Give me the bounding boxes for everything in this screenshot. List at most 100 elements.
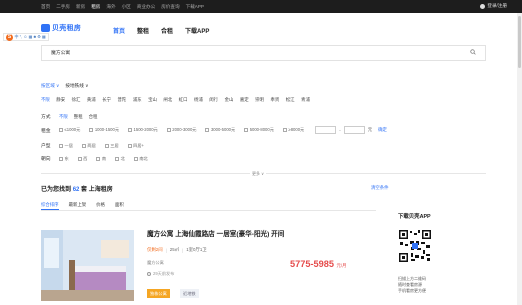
search-input[interactable]: 魔方公寓 (41, 45, 486, 61)
district-option[interactable]: 杨浦 (194, 97, 203, 103)
method-option-whole[interactable]: 整租 (74, 114, 83, 120)
orientation-option[interactable]: 南 (96, 156, 106, 162)
checkbox-icon (128, 128, 133, 132)
district-option[interactable]: 徐汇 (72, 97, 81, 103)
listing-photo[interactable] (41, 230, 134, 301)
top-nav-price-query[interactable]: 房价查询 (161, 3, 179, 10)
orientation-option[interactable]: 南北 (133, 155, 148, 162)
results-suffix: 套 上海租房 (81, 187, 113, 193)
sort-newest[interactable]: 最新上架 (69, 202, 87, 210)
checkbox-icon (127, 143, 132, 148)
qr-code-icon[interactable] (398, 229, 432, 263)
rent-max-input[interactable] (343, 126, 365, 134)
layout-option[interactable]: 一居 (59, 143, 73, 149)
more-filters-toggle[interactable]: 更多 ∨ (250, 171, 267, 177)
district-option[interactable]: 黄浦 (87, 97, 96, 103)
checkbox-icon (133, 156, 138, 161)
top-nav-community[interactable]: 小区 (122, 3, 131, 10)
rent-min-input[interactable] (315, 126, 337, 134)
district-option[interactable]: 金山 (225, 97, 234, 103)
checkbox-icon (104, 143, 109, 148)
district-option[interactable]: 奉贤 (270, 97, 279, 103)
top-nav-download-app[interactable]: 下载APP (186, 3, 204, 10)
top-nav-home[interactable]: 首页 (41, 3, 50, 10)
district-option[interactable]: 静安 (56, 97, 65, 103)
listing-meta: 仅剩2间 | 25㎡ | 1室0厅1卫 (147, 247, 207, 253)
listing-title[interactable]: 魔方公寓 上海仙霞路店 一居室(豪华-阳光) 开间 (147, 228, 284, 238)
sort-area[interactable]: 面积 (115, 202, 124, 210)
district-option[interactable]: 闵行 (209, 97, 218, 103)
top-nav-new-homes[interactable]: 新房 (76, 3, 85, 10)
tab-by-area[interactable]: 按区域 ∨ (41, 83, 59, 89)
district-option[interactable]: 宝山 (148, 97, 157, 103)
main-nav-home[interactable]: 首页 (113, 26, 125, 35)
method-option-shared[interactable]: 合租 (89, 114, 98, 120)
checkbox-icon (205, 128, 210, 132)
layout-option[interactable]: 两居 (81, 143, 96, 149)
orientation-option-label: 南北 (139, 155, 148, 161)
checkbox-icon (77, 156, 82, 161)
listing-price: 5775-5985 元/月 (290, 259, 347, 269)
orientation-option[interactable]: 北 (115, 156, 125, 162)
rent-confirm-button[interactable]: 确定 (378, 127, 387, 133)
district-option[interactable]: 浦东 (133, 97, 142, 103)
rent-range-dash: - (339, 127, 341, 133)
results-prefix: 已为您找到 (41, 187, 72, 193)
layout-option[interactable]: 三居 (104, 143, 119, 149)
checkbox-icon (96, 156, 101, 161)
orientation-option[interactable]: 西 (77, 156, 87, 162)
checkbox-icon (115, 156, 120, 161)
district-option[interactable]: 崇明 (255, 97, 264, 103)
clear-filters-link[interactable]: 清空条件 (371, 185, 389, 191)
tab-by-subway[interactable]: 按地铁线 ∨ (65, 83, 88, 89)
login-link[interactable]: 登录/注册 (480, 3, 507, 9)
scrollbar-thumb[interactable] (518, 16, 521, 68)
checkbox-icon (59, 156, 63, 161)
listing-updated-label: 29天前发布 (153, 271, 175, 276)
district-option[interactable]: 嘉定 (240, 97, 249, 103)
rent-option-label: 3000-5000元 (210, 127, 236, 132)
main-nav-download-app[interactable]: 下载APP (185, 26, 209, 35)
top-nav-rent[interactable]: 租房 (91, 3, 100, 10)
main-nav-whole-rent[interactable]: 整租 (137, 26, 149, 35)
district-option[interactable]: 长宁 (102, 97, 111, 103)
rent-option-label: 5000-8000元 (249, 127, 274, 132)
rent-option-label: ≥8000元 (288, 127, 305, 132)
district-option[interactable]: 青浦 (301, 97, 310, 103)
checkbox-icon (81, 143, 86, 148)
district-option[interactable]: 松江 (286, 97, 295, 103)
rent-option[interactable]: 3000-5000元 (205, 127, 235, 133)
main-nav: 首页 整租 合租 下载APP (113, 26, 209, 35)
sort-price[interactable]: 价格 (96, 202, 105, 210)
district-option[interactable]: 虹口 (179, 97, 188, 103)
ime-toolbar[interactable]: S 中 °, ☺ ▦ ♣ ⚙ ▦ (3, 33, 49, 41)
district-option[interactable]: 普陀 (117, 97, 126, 103)
listing-price-value: 5775-5985 (290, 259, 334, 269)
district-option[interactable]: 不限 (41, 97, 50, 103)
top-nav-secondhand[interactable]: 二手房 (56, 3, 70, 10)
district-filter-row: 不限 静安 徐汇 黄浦 长宁 普陀 浦东 宝山 闸北 虹口 杨浦 闵行 金山 嘉定 崇明 奉贤 松江 青浦 (41, 97, 310, 103)
clock-icon (147, 272, 151, 276)
layout-option-label: 一居 (64, 142, 73, 148)
rent-option[interactable]: 2000-3000元 (166, 127, 196, 133)
orientation-option[interactable]: 东 (59, 156, 69, 162)
sort-default[interactable]: 综合排序 (41, 202, 59, 210)
top-nav: 首页 二手房 新房 租房 海外 小区 商业办公 房价查询 下载APP (41, 3, 204, 10)
search-icon[interactable] (470, 49, 476, 55)
top-nav-commercial[interactable]: 商业办公 (137, 3, 155, 10)
rent-option[interactable]: 1000-1500元 (89, 127, 119, 133)
ime-tool-icons[interactable]: 中 °, ☺ ▦ ♣ ⚙ ▦ (15, 34, 46, 40)
layout-option[interactable]: 四居+ (127, 143, 144, 149)
orientation-filter-row: 朝向 东 西 南 北 南北 (41, 155, 157, 163)
rent-unit: 元 (367, 127, 373, 132)
method-option-all[interactable]: 不限 (59, 114, 68, 120)
listing-price-unit: 元/月 (336, 263, 347, 268)
rent-option[interactable]: ≤1000元 (59, 127, 80, 133)
district-option[interactable]: 闸北 (163, 97, 172, 103)
top-nav-overseas[interactable]: 海外 (106, 3, 115, 10)
rent-option[interactable]: 1500-2000元 (128, 127, 158, 133)
rent-option[interactable]: 5000-8000元 (244, 127, 274, 133)
main-nav-shared-rent[interactable]: 合租 (161, 26, 173, 35)
site-logo[interactable]: 贝壳租房 (41, 23, 81, 33)
rent-option[interactable]: ≥8000元 (282, 127, 305, 133)
